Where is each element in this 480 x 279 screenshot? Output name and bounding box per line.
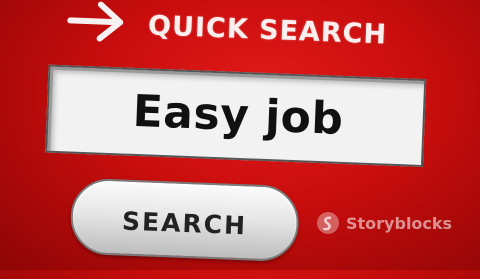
storyblocks-logo-icon xyxy=(317,212,339,234)
search-input[interactable]: Easy job xyxy=(45,64,427,168)
watermark-text: Storyblocks xyxy=(346,213,453,233)
arrow-right-icon xyxy=(67,1,124,42)
search-input-value: Easy job xyxy=(131,85,345,145)
quick-search-panel: QUICK SEARCH Easy job SEARCH xyxy=(0,0,480,279)
search-button-label: SEARCH xyxy=(121,206,248,240)
watermark: Storyblocks xyxy=(316,210,452,236)
page-title: QUICK SEARCH xyxy=(147,10,388,51)
search-button[interactable]: SEARCH xyxy=(69,177,301,263)
